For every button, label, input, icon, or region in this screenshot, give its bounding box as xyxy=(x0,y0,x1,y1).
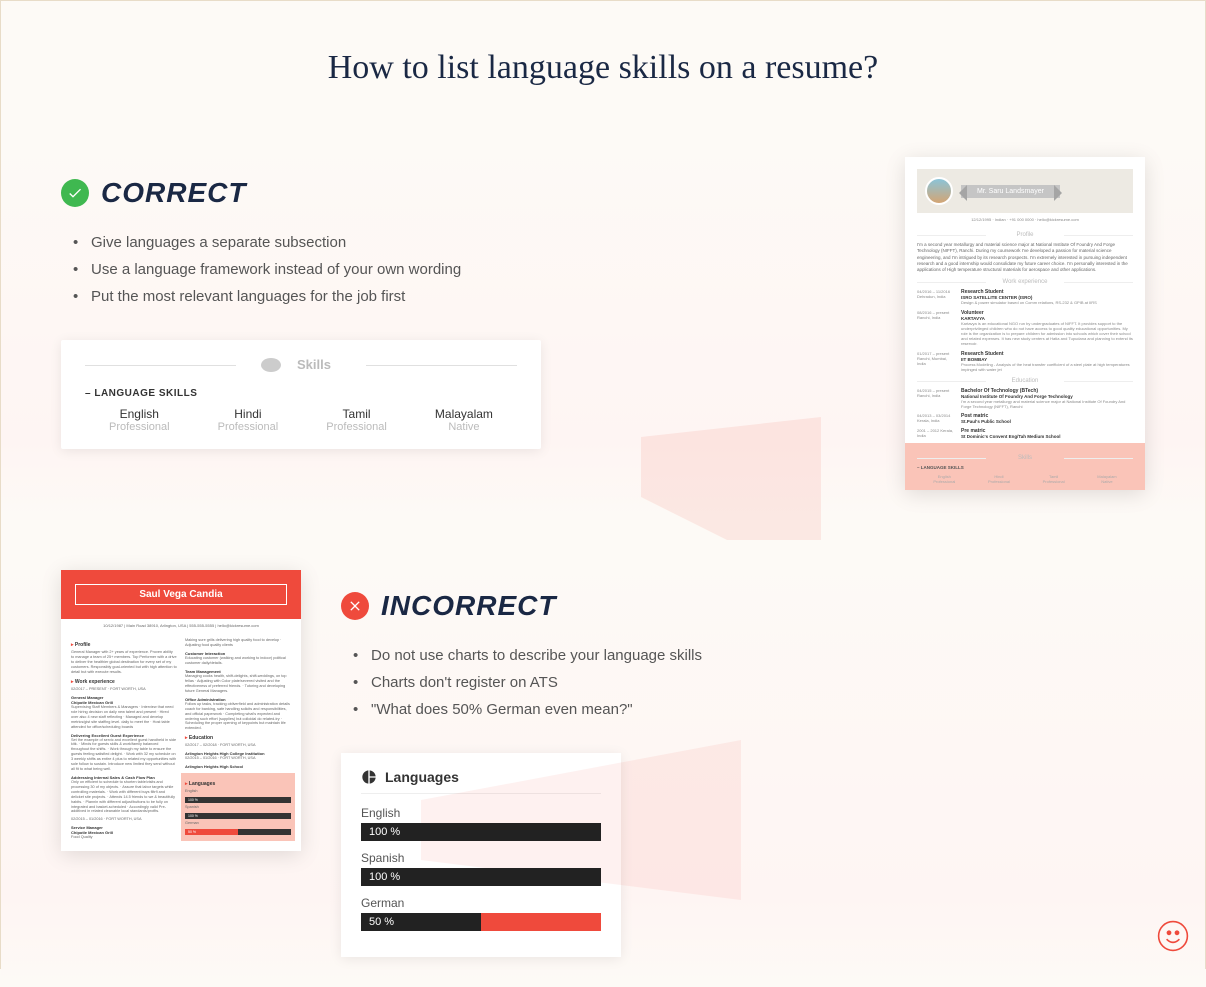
cross-icon xyxy=(341,592,369,620)
tip-item: Charts don't register on ATS xyxy=(371,669,1145,696)
edu-header: Education xyxy=(917,378,1133,384)
resume-header: Mr. Saru Landsmayer xyxy=(917,169,1133,213)
resume-contact: 12/12/1995 · Indian · +91 000 0000 · hel… xyxy=(917,213,1133,226)
skills-card: Skills – LANGUAGE SKILLS EnglishProfessi… xyxy=(61,340,541,449)
tip-item: Put the most relevant languages for the … xyxy=(91,283,865,310)
correct-section: CORRECT Give languages a separate subsec… xyxy=(1,127,1205,520)
tip-item: "What does 50% German even mean?" xyxy=(371,696,1145,723)
resume-name: Mr. Saru Landsmayer xyxy=(961,185,1060,198)
languages-chart-card: Languages English 100 % Spanish 100 % Ge… xyxy=(341,753,621,957)
lang-chart-item: German 50 % xyxy=(361,896,601,931)
incorrect-tips-list: Do not use charts to describe your langu… xyxy=(341,642,1145,723)
edu-entry: 04/2013 – 03/2014 Kerala, IndiaPost matr… xyxy=(917,413,1133,424)
edu-entry: 04/2015 – present Ranchi, IndiaBachelor … xyxy=(917,388,1133,409)
correct-heading: CORRECT xyxy=(61,177,865,209)
tip-item: Give languages a separate subsection xyxy=(91,229,865,256)
tip-item: Do not use charts to describe your langu… xyxy=(371,642,1145,669)
incorrect-section: Saul Vega Candia 10/12/1987 | Main Road … xyxy=(1,540,1205,987)
work-entry: 08/2016 – present Ranchi, IndiaVolunteer… xyxy=(917,310,1133,347)
tip-item: Use a language framework instead of your… xyxy=(91,256,865,283)
correct-tips-list: Give languages a separate subsection Use… xyxy=(61,229,865,310)
lang-item: TamilProfessional xyxy=(326,407,387,433)
work-entry: 04/2016 – 11/2016 Dehradun, IndiaResearc… xyxy=(917,289,1133,305)
incorrect-heading: INCORRECT xyxy=(341,590,1145,622)
lang-item: EnglishProfessional xyxy=(109,407,170,433)
lang-item: HindiProfessional xyxy=(218,407,279,433)
avatar xyxy=(925,177,953,205)
lang-item: MalayalamNative xyxy=(435,407,493,433)
work-header: Work experience xyxy=(917,279,1133,285)
profile-header: Profile xyxy=(917,232,1133,238)
page-title: How to list language skills on a resume? xyxy=(1,1,1205,127)
edu-entry: 2001 – 2012 Kerala, IndiaPre matricSt Do… xyxy=(917,428,1133,439)
skills-highlight: Skills – LANGUAGE SKILLS EnglishProfessi… xyxy=(905,443,1145,490)
pie-chart-icon xyxy=(361,769,377,785)
work-entry: 01/2017 – present Ranchi, Mumbai, IndiaR… xyxy=(917,351,1133,372)
lang-chart-item: Spanish 100 % xyxy=(361,851,601,886)
check-icon xyxy=(61,179,89,207)
language-grid: EnglishProfessional HindiProfessional Ta… xyxy=(85,407,517,433)
resume-header: Saul Vega Candia xyxy=(61,570,301,619)
resume-lang-row: EnglishProfessional HindiProfessional Ta… xyxy=(917,474,1133,484)
brand-logo-icon xyxy=(1157,920,1189,952)
profile-text: I'm a second year metallurgy and materia… xyxy=(917,242,1133,273)
language-skills-label: – LANGUAGE SKILLS xyxy=(85,388,517,399)
skills-card-header: Skills xyxy=(85,356,517,374)
incorrect-resume-preview: Saul Vega Candia 10/12/1987 | Main Road … xyxy=(61,570,301,851)
lang-highlight: Languages English 100 % Spanish 100 % Ge… xyxy=(181,773,295,841)
gear-icon xyxy=(261,358,281,372)
correct-resume-preview: Mr. Saru Landsmayer 12/12/1995 · Indian … xyxy=(905,157,1145,490)
lang-chart-item: English 100 % xyxy=(361,806,601,841)
lang-card-header: Languages xyxy=(361,769,601,794)
